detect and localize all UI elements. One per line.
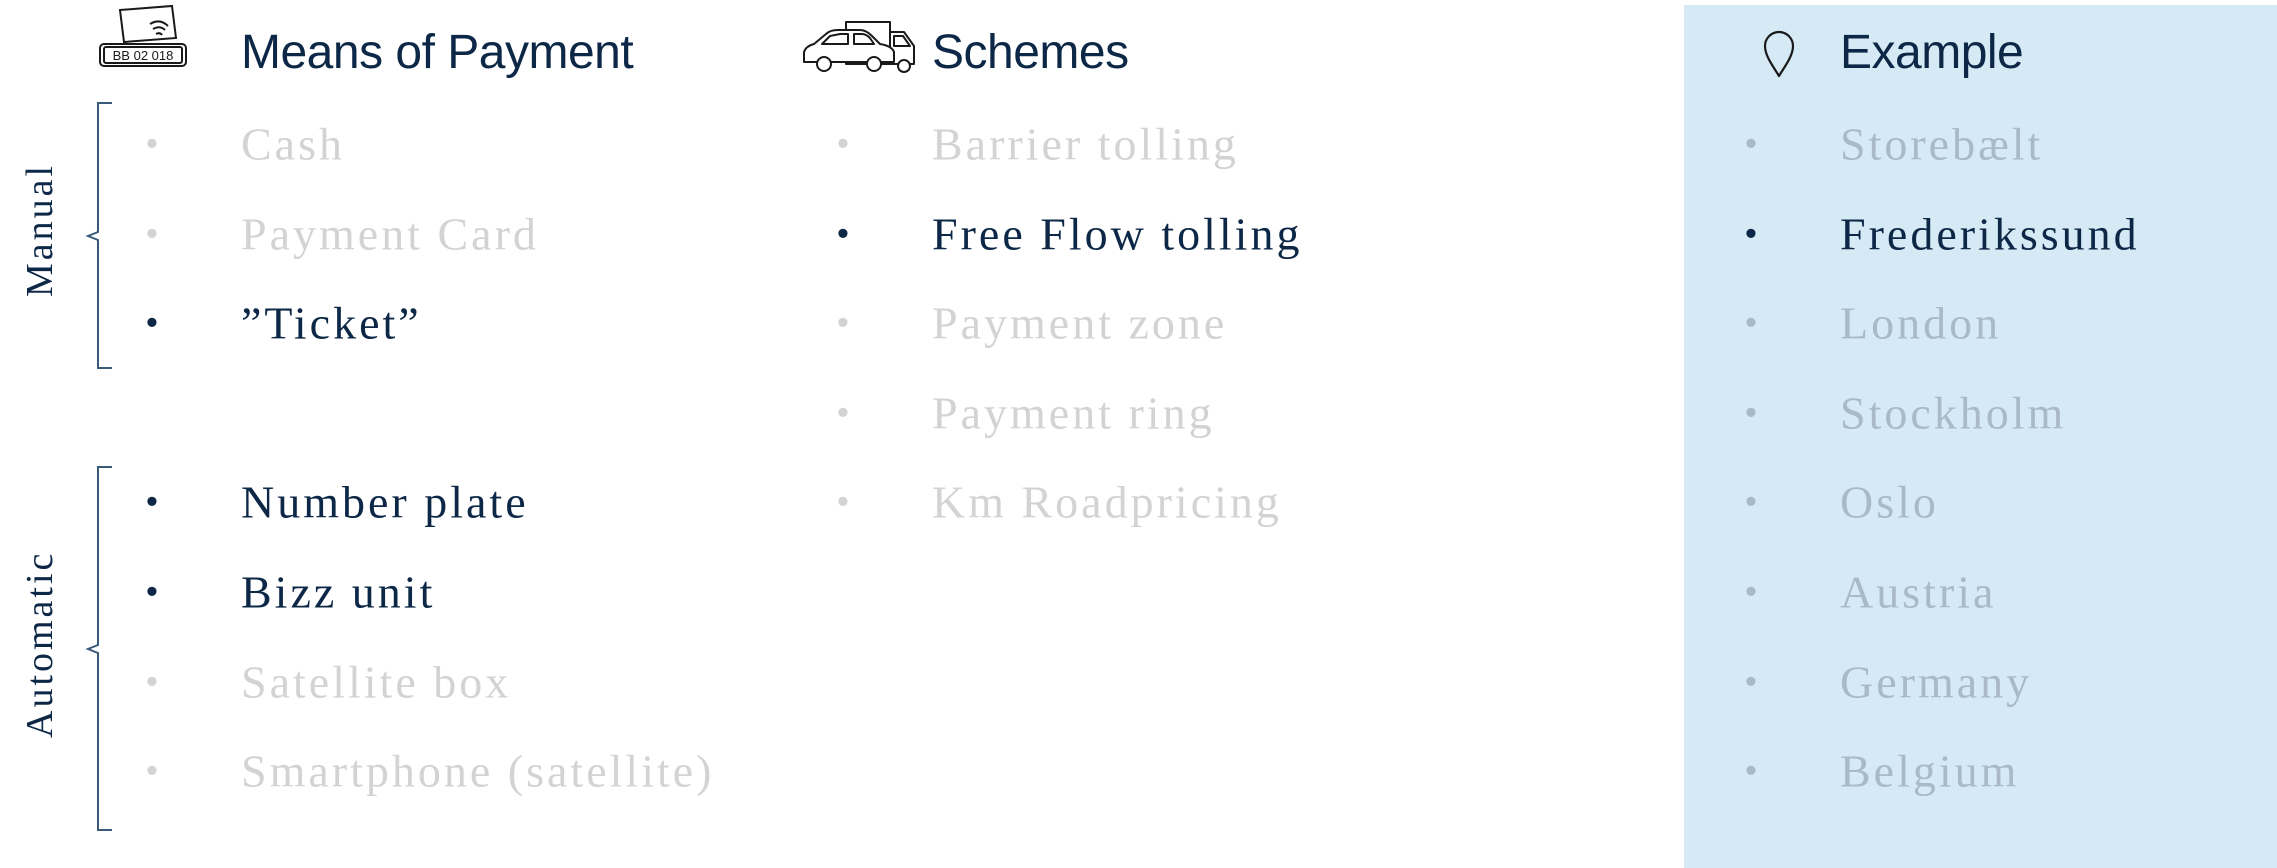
example-list-item: • Stockholm xyxy=(1745,383,2245,443)
schemes-list-item: • Payment ring xyxy=(837,383,1397,443)
schemes-list-item: • Barrier tolling xyxy=(837,114,1397,174)
means-item-label: ”Ticket” xyxy=(241,297,422,349)
bullet-point: • xyxy=(146,214,161,253)
schemes-item-label: Payment zone xyxy=(932,297,1228,349)
bullet-point: • xyxy=(1745,482,1760,521)
bullet-point: • xyxy=(146,751,161,790)
means-list-item: • Cash xyxy=(146,114,786,174)
example-item-label: Storebælt xyxy=(1840,118,2044,170)
means-item-label: Satellite box xyxy=(241,656,512,708)
bullet-point: • xyxy=(837,124,852,163)
bullet-point: • xyxy=(837,214,852,253)
example-item-label: Stockholm xyxy=(1840,387,2067,439)
means-title: Means of Payment xyxy=(241,26,634,79)
schemes-list-item: • Payment zone xyxy=(837,293,1397,353)
means-item-label: Bizz unit xyxy=(241,566,436,618)
automatic-label: Automatic xyxy=(19,550,61,738)
bullet-point: • xyxy=(1745,393,1760,432)
example-list-item: • Frederikssund xyxy=(1745,204,2245,264)
example-item-label: Frederikssund xyxy=(1840,208,2140,260)
schemes-list-item: • Free Flow tolling xyxy=(837,204,1397,264)
example-list-item: • Belgium xyxy=(1745,741,2245,801)
schemes-item-label: Free Flow tolling xyxy=(932,208,1303,260)
example-item-label: Germany xyxy=(1840,656,2033,708)
schemes-title: Schemes xyxy=(932,26,1129,79)
bullet-point: • xyxy=(837,393,852,432)
means-list-item: • Smartphone (satellite) xyxy=(146,741,786,801)
means-item-label: Payment Card xyxy=(241,208,539,260)
bullet-point: • xyxy=(1745,214,1760,253)
bullet-point: • xyxy=(146,662,161,701)
means-list-item: • Satellite box xyxy=(146,652,786,712)
bullet-point: • xyxy=(1745,751,1760,790)
means-item-label: Number plate xyxy=(241,476,529,528)
bullet-point: • xyxy=(837,303,852,342)
means-list-item: • ”Ticket” xyxy=(146,293,786,353)
manual-label: Manual xyxy=(19,162,61,297)
means-item-label: Smartphone (satellite) xyxy=(241,745,715,797)
example-item-label: Belgium xyxy=(1840,745,2020,797)
bullet-point: • xyxy=(1745,124,1760,163)
automatic-bracket xyxy=(85,466,112,831)
bullet-point: • xyxy=(1745,303,1760,342)
example-list-item: • Austria xyxy=(1745,562,2245,622)
bullet-point: • xyxy=(146,303,161,342)
example-list-item: • London xyxy=(1745,293,2245,353)
example-item-label: Oslo xyxy=(1840,476,1939,528)
manual-bracket xyxy=(85,102,112,369)
bullet-point: • xyxy=(837,482,852,521)
means-list-item: • Bizz unit xyxy=(146,562,786,622)
schemes-list-item: • Km Roadpricing xyxy=(837,472,1397,532)
schemes-item-label: Barrier tolling xyxy=(932,118,1239,170)
example-list-item: • Storebælt xyxy=(1745,114,2245,174)
example-title: Example xyxy=(1840,26,2024,79)
location-pin-icon xyxy=(1759,28,1799,80)
schemes-item-label: Payment ring xyxy=(932,387,1215,439)
means-item-label: Cash xyxy=(241,118,345,170)
plate-text: BB 02 018 xyxy=(113,48,174,63)
bullet-point: • xyxy=(146,482,161,521)
schemes-item-label: Km Roadpricing xyxy=(932,476,1282,528)
bullet-point: • xyxy=(146,572,161,611)
card-plate-icon: BB 02 018 xyxy=(98,4,190,70)
bullet-point: • xyxy=(146,124,161,163)
example-list-item: • Germany xyxy=(1745,652,2245,712)
example-item-label: Austria xyxy=(1840,566,1997,618)
car-truck-icon xyxy=(800,18,918,76)
example-item-label: London xyxy=(1840,297,2002,349)
example-list-item: • Oslo xyxy=(1745,472,2245,532)
means-list-item: • Payment Card xyxy=(146,204,786,264)
bullet-point: • xyxy=(1745,572,1760,611)
means-list-item: • Number plate xyxy=(146,472,786,532)
bullet-point: • xyxy=(1745,662,1760,701)
